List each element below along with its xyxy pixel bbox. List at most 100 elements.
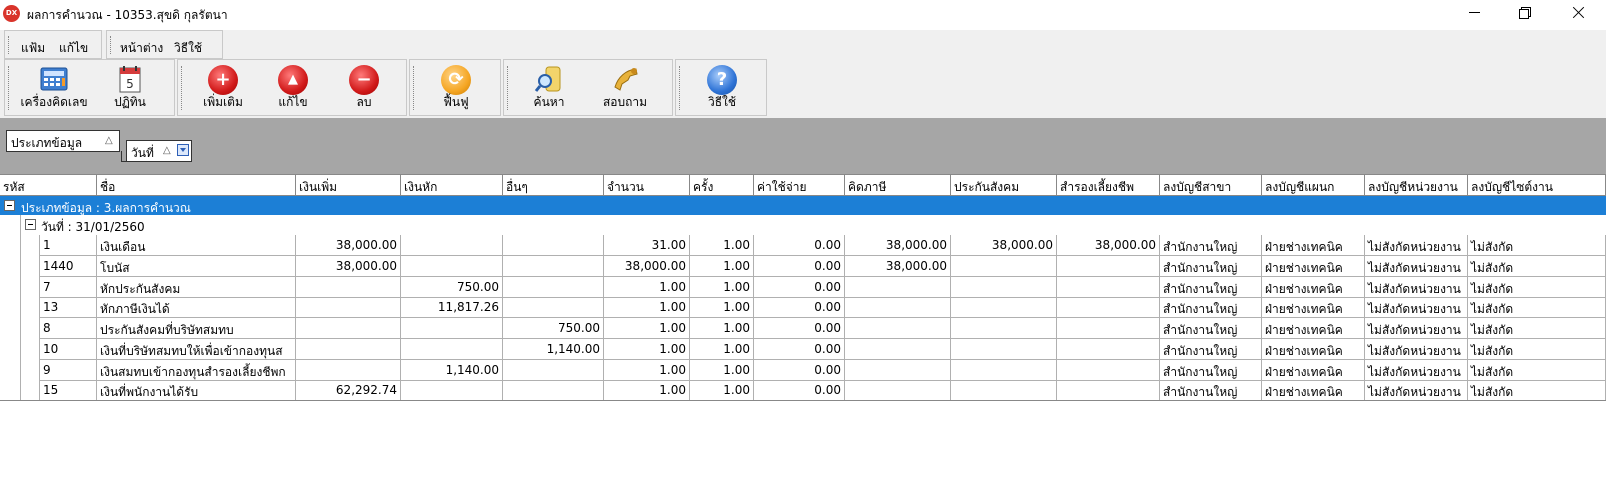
- column-header-account-site[interactable]: ลงบัญชีไซต์งาน: [1468, 175, 1606, 196]
- cell-name[interactable]: เงินเดือน: [97, 235, 296, 256]
- cell-taxable[interactable]: [845, 276, 951, 298]
- cell-account-department[interactable]: ฝ่ายช่างเทคนิค: [1262, 297, 1365, 319]
- cell-account-site[interactable]: ไม่สังกัด: [1468, 255, 1606, 277]
- cell-name[interactable]: ประกันสังคมที่บริษัทสมทบ: [97, 318, 296, 339]
- cell-expense[interactable]: 0.00: [754, 235, 845, 256]
- cell-provident-fund[interactable]: [1057, 255, 1160, 277]
- cell-other[interactable]: [503, 276, 604, 298]
- toolbar-grip[interactable]: [679, 66, 681, 110]
- cell-other[interactable]: 750.00: [503, 318, 604, 339]
- cell-social-security[interactable]: [951, 338, 1057, 360]
- toolbar-grip[interactable]: [507, 66, 509, 110]
- cell-account-unit[interactable]: ไม่สังกัดหน่วยงาน: [1365, 297, 1468, 319]
- cell-provident-fund[interactable]: 38,000.00: [1057, 235, 1160, 256]
- cell-other[interactable]: [503, 255, 604, 277]
- cell-expense[interactable]: 0.00: [754, 297, 845, 319]
- group-field-date[interactable]: วันที่ △: [126, 140, 192, 162]
- cell-allowance[interactable]: [296, 297, 401, 319]
- table-row[interactable]: 1 เงินเดือน 38,000.00 31.00 1.00 0.00 38,000.0…: [0, 235, 1606, 256]
- cell-deduction[interactable]: 11,817.26: [401, 297, 503, 319]
- cell-other[interactable]: [503, 359, 604, 381]
- cell-account-department[interactable]: ฝ่ายช่างเทคนิค: [1262, 338, 1365, 360]
- cell-amount[interactable]: 1.00: [604, 359, 690, 381]
- cell-account-department[interactable]: ฝ่ายช่างเทคนิค: [1262, 276, 1365, 298]
- cell-account-branch[interactable]: สำนักงานใหญ่: [1160, 359, 1262, 381]
- toolbar-grip[interactable]: [413, 66, 415, 110]
- cell-taxable[interactable]: [845, 359, 951, 381]
- cell-code[interactable]: 1440: [40, 255, 97, 277]
- restore-button[interactable]: ⟳ ฟื้นฟู: [425, 60, 487, 117]
- cell-account-site[interactable]: ไม่สังกัด: [1468, 318, 1606, 339]
- cell-taxable[interactable]: 38,000.00: [845, 255, 951, 277]
- cell-code[interactable]: 9: [40, 359, 97, 381]
- cell-provident-fund[interactable]: [1057, 276, 1160, 298]
- cell-allowance[interactable]: [296, 359, 401, 381]
- cell-allowance[interactable]: [296, 276, 401, 298]
- cell-allowance[interactable]: [296, 338, 401, 360]
- cell-account-unit[interactable]: ไม่สังกัดหน่วยงาน: [1365, 359, 1468, 381]
- group-row-date[interactable]: วันที่ : 31/01/2560: [0, 215, 1606, 235]
- cell-account-site[interactable]: ไม่สังกัด: [1468, 297, 1606, 319]
- cell-account-unit[interactable]: ไม่สังกัดหน่วยงาน: [1365, 255, 1468, 277]
- cell-other[interactable]: [503, 235, 604, 256]
- cell-times[interactable]: 1.00: [690, 235, 754, 256]
- cell-times[interactable]: 1.00: [690, 318, 754, 339]
- cell-times[interactable]: 1.00: [690, 338, 754, 360]
- cell-name[interactable]: หักภาษีเงินได้: [97, 297, 296, 319]
- cell-code[interactable]: 1: [40, 235, 97, 256]
- column-header-taxable[interactable]: คิดภาษี: [845, 175, 951, 196]
- help-button[interactable]: ? วิธีใช้: [691, 60, 753, 117]
- cell-allowance[interactable]: 62,292.74: [296, 380, 401, 402]
- cell-amount[interactable]: 1.00: [604, 338, 690, 360]
- cell-code[interactable]: 15: [40, 380, 97, 402]
- menu-help[interactable]: วิธีใช้: [174, 39, 202, 58]
- cell-expense[interactable]: 0.00: [754, 318, 845, 339]
- calculator-button[interactable]: เครื่องคิดเลข: [15, 60, 93, 117]
- cell-account-unit[interactable]: ไม่สังกัดหน่วยงาน: [1365, 338, 1468, 360]
- cell-amount[interactable]: 1.00: [604, 318, 690, 339]
- toolbar-grip[interactable]: [8, 66, 10, 110]
- cell-account-department[interactable]: ฝ่ายช่างเทคนิค: [1262, 255, 1365, 277]
- cell-deduction[interactable]: [401, 338, 503, 360]
- column-header-allowance[interactable]: เงินเพิ่ม: [296, 175, 401, 196]
- cell-times[interactable]: 1.00: [690, 297, 754, 319]
- menu-edit[interactable]: แก้ไข: [59, 39, 88, 58]
- cell-social-security[interactable]: 38,000.00: [951, 235, 1057, 256]
- filter-dropdown-icon[interactable]: [177, 144, 189, 156]
- column-header-deduction[interactable]: เงินหัก: [401, 175, 503, 196]
- column-header-provident-fund[interactable]: สำรองเลี้ยงชีพ: [1057, 175, 1160, 196]
- column-header-account-branch[interactable]: ลงบัญชีสาขา: [1160, 175, 1262, 196]
- group-field-data-type[interactable]: ประเภทข้อมูล △: [6, 130, 130, 162]
- column-header-other[interactable]: อื่นๆ: [503, 175, 604, 196]
- cell-account-site[interactable]: ไม่สังกัด: [1468, 276, 1606, 298]
- table-row[interactable]: 10 เงินที่บริษัทสมทบให้เพื่อเข้ากองทุนส 1,…: [0, 338, 1606, 360]
- inquiry-button[interactable]: สอบถาม: [592, 60, 658, 117]
- cell-name[interactable]: เงินที่พนักงานได้รับ: [97, 380, 296, 402]
- cell-expense[interactable]: 0.00: [754, 338, 845, 360]
- cell-expense[interactable]: 0.00: [754, 359, 845, 381]
- search-button[interactable]: ค้นหา: [518, 60, 580, 117]
- restore-window-button[interactable]: [1502, 0, 1548, 26]
- column-header-expense[interactable]: ค่าใช้จ่าย: [754, 175, 845, 196]
- table-row[interactable]: 15 เงินที่พนักงานได้รับ 62,292.74 1.00 1.00 0…: [0, 380, 1606, 402]
- cell-account-branch[interactable]: สำนักงานใหญ่: [1160, 338, 1262, 360]
- table-row[interactable]: 1440 โบนัส 38,000.00 38,000.00 1.00 0.00 38,00…: [0, 255, 1606, 277]
- group-row-data-type[interactable]: ประเภทข้อมูล : 3.ผลการคำนวณ: [0, 196, 1606, 215]
- delete-button[interactable]: − ลบ: [333, 60, 395, 117]
- cell-amount[interactable]: 1.00: [604, 276, 690, 298]
- cell-amount[interactable]: 38,000.00: [604, 255, 690, 277]
- close-window-button[interactable]: [1555, 0, 1601, 26]
- cell-other[interactable]: [503, 380, 604, 402]
- cell-name[interactable]: โบนัส: [97, 255, 296, 277]
- cell-deduction[interactable]: [401, 380, 503, 402]
- column-header-name[interactable]: ชื่อ: [97, 175, 296, 196]
- cell-amount[interactable]: 31.00: [604, 235, 690, 256]
- cell-deduction[interactable]: 1,140.00: [401, 359, 503, 381]
- toolbar-grip[interactable]: [181, 66, 183, 110]
- cell-provident-fund[interactable]: [1057, 297, 1160, 319]
- menu-grip[interactable]: [110, 36, 112, 54]
- cell-name[interactable]: หักประกันสังคม: [97, 276, 296, 298]
- column-header-code[interactable]: รหัส: [0, 175, 97, 196]
- cell-account-site[interactable]: ไม่สังกัด: [1468, 235, 1606, 256]
- cell-account-department[interactable]: ฝ่ายช่างเทคนิค: [1262, 235, 1365, 256]
